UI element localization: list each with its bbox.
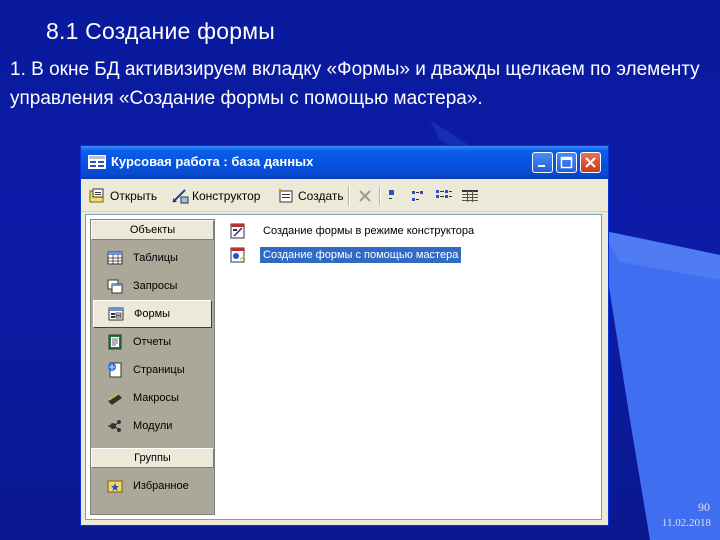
form-icon bbox=[108, 307, 124, 321]
create-icon bbox=[278, 188, 293, 203]
design-form-icon bbox=[230, 223, 245, 239]
open-label: Открыть bbox=[110, 189, 158, 203]
object-item-modules[interactable]: Модули bbox=[93, 412, 212, 440]
minimize-icon bbox=[538, 165, 545, 167]
list-view-button[interactable] bbox=[435, 187, 453, 205]
wizard-form-icon bbox=[230, 247, 245, 263]
objects-bar: Объекты Таблицы Запросы Формы Отчеты Стр… bbox=[90, 219, 215, 515]
database-window: Курсовая работа : база данных Открыть Ко… bbox=[80, 145, 609, 526]
toolbar-separator bbox=[379, 186, 381, 206]
favorites-icon bbox=[107, 480, 123, 493]
toolbar-separator bbox=[348, 186, 350, 206]
delete-icon bbox=[359, 190, 371, 202]
object-item-reports[interactable]: Отчеты bbox=[93, 328, 212, 356]
slide-title: 8.1 Создание формы bbox=[46, 18, 275, 44]
object-item-pages[interactable]: Страницы bbox=[93, 356, 212, 384]
maximize-button[interactable] bbox=[556, 152, 577, 173]
close-button[interactable] bbox=[580, 152, 601, 173]
slide-body-text: 1. В окне БД активизируем вкладку «Формы… bbox=[10, 59, 700, 109]
large-icons-button[interactable] bbox=[387, 187, 403, 205]
object-item-label: Модули bbox=[133, 420, 173, 432]
create-label: Создать bbox=[298, 189, 344, 203]
list-view-icon bbox=[436, 190, 452, 198]
minimize-button[interactable] bbox=[532, 152, 553, 173]
delete-button[interactable] bbox=[357, 187, 373, 205]
large-icons-icon bbox=[389, 190, 394, 199]
maximize-icon bbox=[560, 156, 573, 169]
design-icon bbox=[172, 189, 189, 204]
object-item-tables[interactable]: Таблицы bbox=[93, 244, 212, 272]
close-icon bbox=[585, 157, 596, 168]
window-content: Объекты Таблицы Запросы Формы Отчеты Стр… bbox=[85, 214, 602, 520]
window-toolbar: Открыть Конструктор Создать bbox=[81, 179, 608, 212]
object-item-label: Запросы bbox=[133, 280, 178, 292]
slide-page-number: 90 bbox=[698, 500, 710, 514]
object-item-queries[interactable]: Запросы bbox=[93, 272, 212, 300]
window-titlebar[interactable]: Курсовая работа : база данных bbox=[81, 146, 608, 179]
object-item-label: Отчеты bbox=[133, 336, 172, 348]
page-icon bbox=[108, 362, 122, 378]
forms-list: Создание формы в режиме конструктора Соз… bbox=[224, 217, 597, 515]
object-item-forms[interactable]: Формы bbox=[93, 300, 212, 328]
group-item-favorites[interactable]: Избранное bbox=[93, 472, 212, 500]
window-title: Курсовая работа : база данных bbox=[111, 154, 314, 169]
list-item-create-form-design[interactable]: Создание формы в режиме конструктора bbox=[230, 221, 477, 241]
design-label: Конструктор bbox=[192, 189, 261, 203]
groups-header[interactable]: Группы bbox=[91, 448, 214, 468]
report-icon bbox=[108, 334, 122, 350]
table-icon bbox=[107, 251, 123, 265]
objects-header[interactable]: Объекты bbox=[91, 220, 214, 240]
object-item-label: Избранное bbox=[133, 480, 189, 492]
slide-date: 11.02.2018 bbox=[661, 517, 711, 529]
small-icons-button[interactable] bbox=[411, 187, 427, 205]
open-button[interactable]: Открыть bbox=[89, 187, 157, 205]
list-item-label: Создание формы с помощью мастера bbox=[260, 247, 462, 263]
object-item-label: Макросы bbox=[133, 392, 179, 404]
object-item-label: Страницы bbox=[133, 364, 185, 376]
object-item-macros[interactable]: Макросы bbox=[93, 384, 212, 412]
create-button[interactable]: Создать bbox=[277, 187, 344, 205]
open-icon bbox=[89, 188, 104, 203]
list-item-label: Создание формы в режиме конструктора bbox=[263, 225, 475, 237]
object-item-label: Формы bbox=[134, 308, 171, 320]
details-view-button[interactable] bbox=[461, 187, 479, 205]
design-button[interactable]: Конструктор bbox=[171, 187, 260, 205]
small-icons-icon bbox=[412, 191, 423, 201]
macro-icon bbox=[108, 393, 122, 405]
database-icon bbox=[88, 155, 106, 169]
module-icon bbox=[108, 420, 121, 432]
details-view-icon bbox=[462, 190, 478, 202]
query-icon bbox=[107, 279, 123, 294]
object-item-label: Таблицы bbox=[133, 252, 178, 264]
list-item-create-form-wizard[interactable]: Создание формы с помощью мастера bbox=[230, 245, 462, 265]
